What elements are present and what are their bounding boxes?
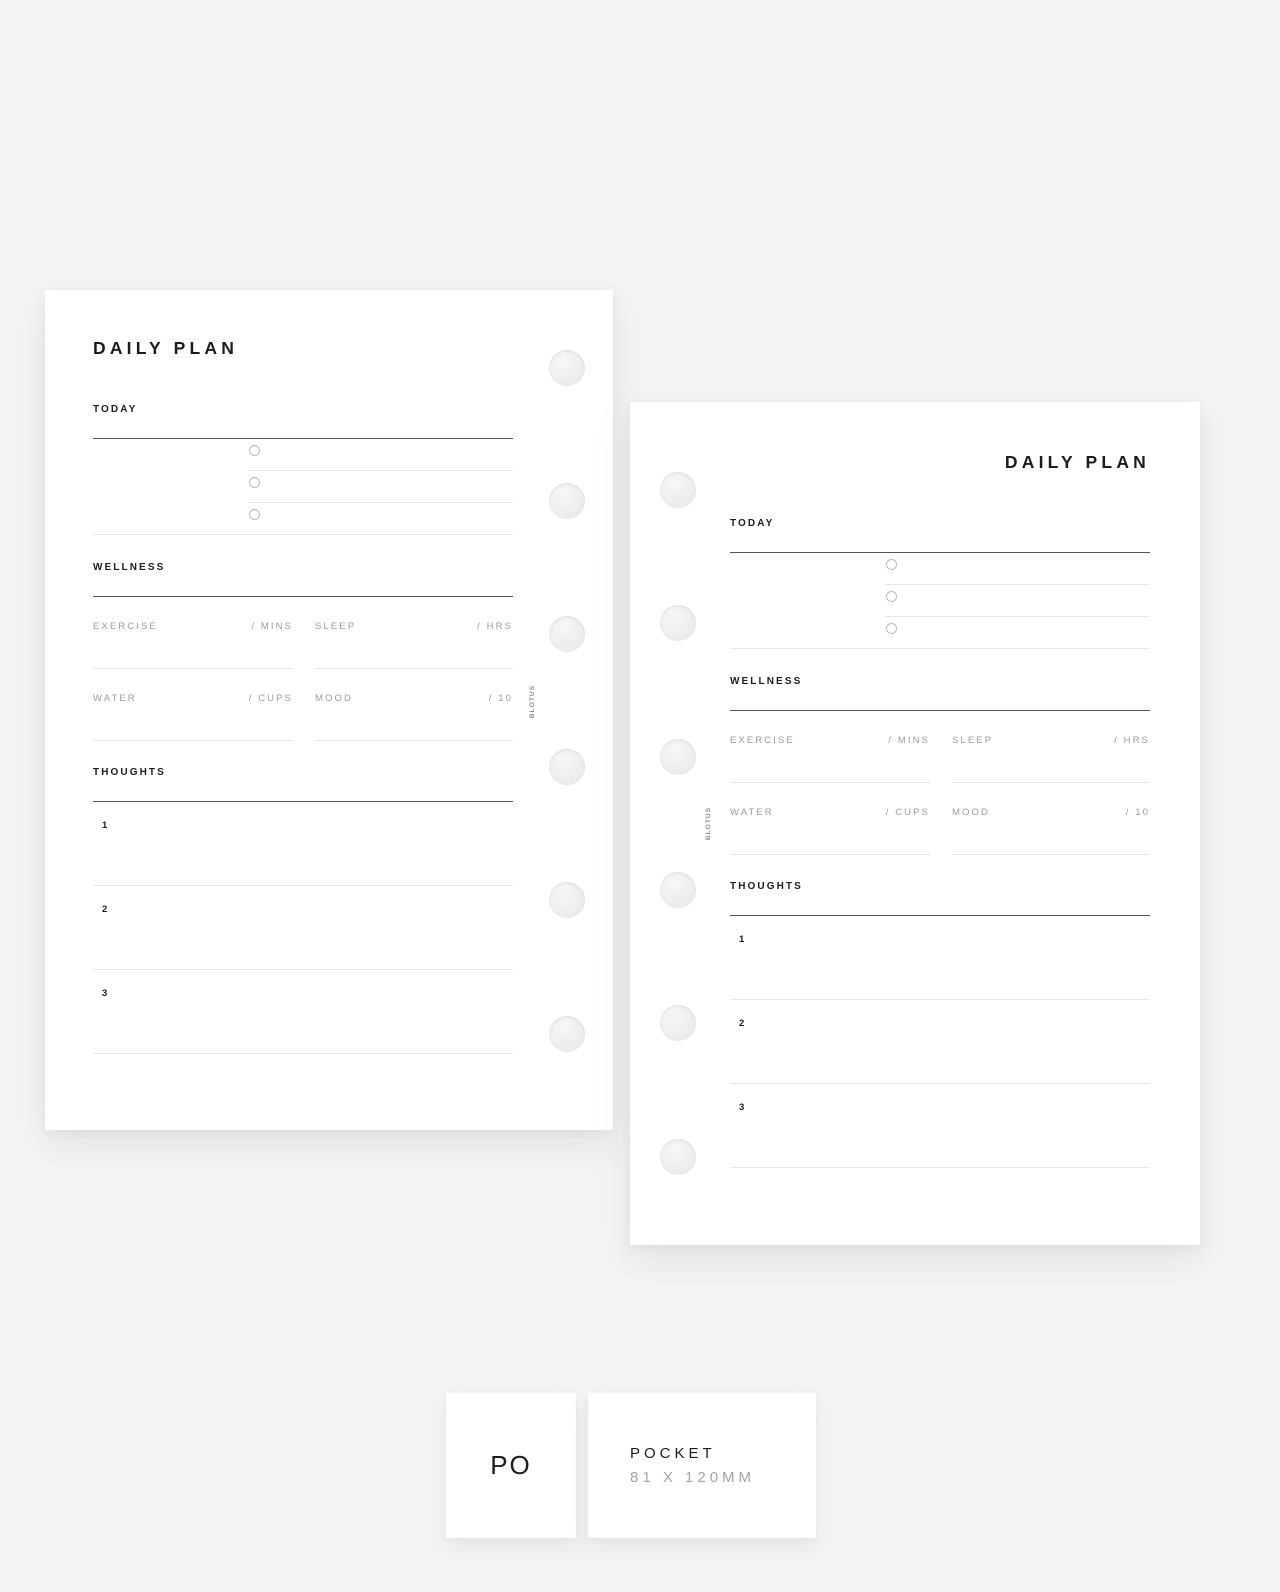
thought-number: 1 <box>102 820 108 831</box>
hole-punch <box>660 1005 696 1041</box>
thought-row[interactable]: 3 <box>730 1084 1150 1168</box>
wellness-field-mood[interactable]: MOOD / 10 <box>952 783 1150 855</box>
wellness-field-label: MOOD <box>315 693 353 704</box>
hole-punch <box>549 616 585 652</box>
wellness-field-rule <box>952 854 1150 855</box>
wellness-field-water[interactable]: WATER / CUPS <box>93 669 293 741</box>
thought-row[interactable]: 2 <box>730 1000 1150 1084</box>
wellness-field-label: EXERCISE <box>730 735 795 746</box>
hole-punch <box>660 872 696 908</box>
screenshot-canvas: BLOTUS DAILY PLAN TODAY WELLNESS EXERCIS… <box>0 0 1280 1592</box>
planner-content-left: DAILY PLAN TODAY WELLNESS EXERCISE / MIN… <box>93 338 513 1054</box>
hole-punch <box>660 472 696 508</box>
wellness-field-rule <box>93 740 293 741</box>
hole-punch <box>549 483 585 519</box>
size-code-chip: PO <box>446 1393 576 1538</box>
hole-punch <box>549 350 585 386</box>
section-label-today: TODAY <box>93 404 138 415</box>
today-row[interactable] <box>93 439 513 471</box>
hole-punch <box>549 882 585 918</box>
hole-punch <box>549 749 585 785</box>
page-title: DAILY PLAN <box>1004 452 1150 472</box>
wellness-field-exercise[interactable]: EXERCISE / MINS <box>730 711 930 783</box>
thought-row[interactable]: 1 <box>93 802 513 886</box>
wellness-field-unit: / CUPS <box>885 807 930 818</box>
thought-number: 2 <box>739 1018 745 1029</box>
wellness-field-unit: / CUPS <box>248 693 293 704</box>
size-label-stack: POCKET 81 X 120MM <box>630 1442 816 1489</box>
size-label-chip: POCKET 81 X 120MM <box>588 1393 816 1538</box>
section-label-wellness: WELLNESS <box>93 562 166 573</box>
today-row[interactable] <box>93 471 513 503</box>
wellness-field-unit: / HRS <box>477 621 513 632</box>
thought-rule <box>730 1167 1150 1168</box>
planner-page-right: BLOTUS DAILY PLAN TODAY WELLNESS EXERCIS… <box>630 402 1200 1245</box>
section-label-today: TODAY <box>730 518 775 529</box>
wellness-field-unit: / MINS <box>888 735 930 746</box>
wellness-column-right: SLEEP / HRS MOOD / 10 <box>315 597 513 741</box>
wellness-grid: EXERCISE / MINS WATER / CUPS SLEEP / HRS <box>730 711 1150 855</box>
today-row-list <box>93 439 513 535</box>
radio-unchecked-icon[interactable] <box>886 623 897 634</box>
wellness-field-label: SLEEP <box>315 621 357 632</box>
thought-rule <box>93 1053 513 1054</box>
radio-unchecked-icon[interactable] <box>249 445 260 456</box>
wellness-field-label: WATER <box>93 693 137 704</box>
thoughts-list: 1 2 3 <box>93 802 513 1054</box>
wellness-field-unit: / MINS <box>251 621 293 632</box>
page-title: DAILY PLAN <box>93 338 239 358</box>
today-row-rule <box>93 534 513 535</box>
wellness-field-mood[interactable]: MOOD / 10 <box>315 669 513 741</box>
brand-watermark: BLOTUS <box>529 684 537 719</box>
wellness-grid: EXERCISE / MINS WATER / CUPS SLEEP / HRS <box>93 597 513 741</box>
thought-number: 3 <box>102 988 108 999</box>
section-label-thoughts: THOUGHTS <box>730 881 803 892</box>
wellness-column-left: EXERCISE / MINS WATER / CUPS <box>93 597 293 741</box>
radio-unchecked-icon[interactable] <box>886 559 897 570</box>
radio-unchecked-icon[interactable] <box>886 591 897 602</box>
section-label-thoughts: THOUGHTS <box>93 767 166 778</box>
thought-row[interactable]: 2 <box>93 886 513 970</box>
thought-number: 3 <box>739 1102 745 1113</box>
wellness-field-exercise[interactable]: EXERCISE / MINS <box>93 597 293 669</box>
section-label-wellness: WELLNESS <box>730 676 803 687</box>
wellness-field-label: SLEEP <box>952 735 994 746</box>
wellness-field-sleep[interactable]: SLEEP / HRS <box>315 597 513 669</box>
today-row[interactable] <box>93 503 513 535</box>
wellness-field-label: EXERCISE <box>93 621 158 632</box>
thought-row[interactable]: 3 <box>93 970 513 1054</box>
wellness-field-unit: / 10 <box>1125 807 1150 818</box>
thought-number: 1 <box>739 934 745 945</box>
wellness-column-right: SLEEP / HRS MOOD / 10 <box>952 711 1150 855</box>
planner-content-right: DAILY PLAN TODAY WELLNESS EXERCISE / MIN… <box>730 452 1150 1168</box>
wellness-field-rule <box>315 740 513 741</box>
thought-row[interactable]: 1 <box>730 916 1150 1000</box>
today-row[interactable] <box>730 553 1150 585</box>
wellness-field-unit: / 10 <box>488 693 513 704</box>
size-dimensions-text: 81 X 120MM <box>630 1468 756 1486</box>
wellness-field-sleep[interactable]: SLEEP / HRS <box>952 711 1150 783</box>
wellness-field-water[interactable]: WATER / CUPS <box>730 783 930 855</box>
hole-punch <box>549 1016 585 1052</box>
size-code-text: PO <box>490 1450 532 1480</box>
thought-number: 2 <box>102 904 108 915</box>
wellness-field-label: MOOD <box>952 807 990 818</box>
wellness-field-rule <box>730 854 930 855</box>
wellness-column-left: EXERCISE / MINS WATER / CUPS <box>730 711 930 855</box>
radio-unchecked-icon[interactable] <box>249 477 260 488</box>
wellness-field-label: WATER <box>730 807 774 818</box>
size-name-text: POCKET <box>630 1445 716 1463</box>
hole-punch <box>660 605 696 641</box>
today-row[interactable] <box>730 585 1150 617</box>
wellness-field-unit: / HRS <box>1114 735 1150 746</box>
brand-watermark: BLOTUS <box>705 806 713 841</box>
hole-punch <box>660 1139 696 1175</box>
today-row-list <box>730 553 1150 649</box>
today-row[interactable] <box>730 617 1150 649</box>
thoughts-list: 1 2 3 <box>730 916 1150 1168</box>
planner-page-left: BLOTUS DAILY PLAN TODAY WELLNESS EXERCIS… <box>45 290 613 1130</box>
hole-punch <box>660 739 696 775</box>
today-row-rule <box>730 648 1150 649</box>
radio-unchecked-icon[interactable] <box>249 509 260 520</box>
